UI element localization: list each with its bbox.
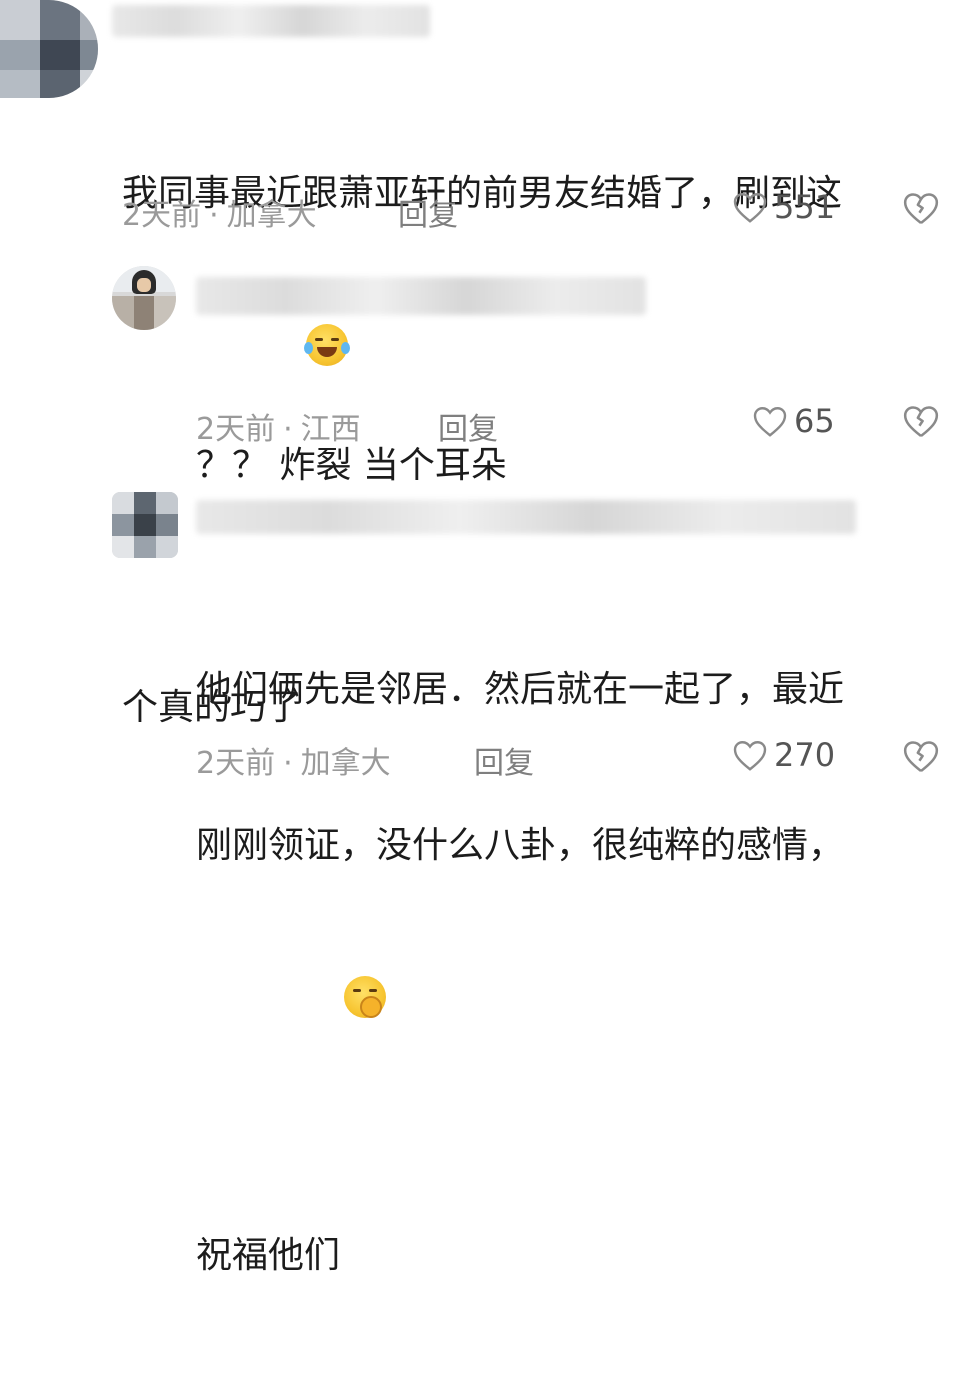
comment-line: 祝福他们	[196, 976, 956, 1282]
username-blurred[interactable]	[196, 277, 646, 315]
heart-outline-icon	[753, 407, 787, 437]
avatar[interactable]	[112, 492, 178, 558]
comment-line: 刚刚领证，没什么八卦，很纯粹的感情，	[196, 825, 845, 866]
like-count: 65	[794, 402, 835, 440]
timestamp: 2天前	[196, 746, 276, 781]
like-count: 551	[774, 188, 836, 226]
like-button[interactable]: 551	[732, 188, 835, 226]
timestamp: 2天前	[196, 412, 276, 447]
broken-heart-icon[interactable]	[902, 738, 940, 774]
comment-text: 他们俩先是邻居．然后就在一起了，最近 刚刚领证，没什么八卦，很纯粹的感情， 祝福…	[196, 560, 956, 1386]
separator: ·	[283, 412, 293, 447]
comment-meta: 2天前 · 加拿大	[122, 190, 317, 234]
shy-smile-emoji	[344, 976, 387, 1018]
comment-meta: 2天前 · 江西	[196, 404, 361, 448]
username-blurred[interactable]	[112, 5, 430, 37]
reply-button[interactable]: 回复	[474, 738, 534, 782]
username-blurred[interactable]	[196, 500, 856, 534]
reply-button[interactable]: 回复	[398, 190, 458, 234]
comment-text: ？？ 炸裂 当个耳朵	[196, 336, 896, 596]
separator: ·	[283, 746, 293, 781]
comment-meta: 2天前 · 加拿大	[196, 738, 391, 782]
avatar[interactable]	[0, 0, 98, 98]
location: 江西	[300, 412, 361, 447]
like-count: 270	[774, 736, 836, 774]
like-button[interactable]: 65	[752, 402, 835, 440]
separator: ·	[209, 198, 219, 233]
broken-heart-icon[interactable]	[902, 190, 940, 226]
location: 加拿大	[300, 746, 391, 781]
comment-line: 他们俩先是邻居．然后就在一起了，最近	[196, 669, 845, 710]
heart-outline-icon	[733, 741, 767, 771]
like-button[interactable]: 270	[732, 736, 835, 774]
timestamp: 2天前	[122, 198, 202, 233]
avatar[interactable]	[112, 266, 176, 330]
broken-heart-icon[interactable]	[902, 403, 940, 439]
heart-outline-icon	[733, 193, 767, 223]
reply-button[interactable]: 回复	[438, 404, 498, 448]
location: 加拿大	[226, 198, 317, 233]
